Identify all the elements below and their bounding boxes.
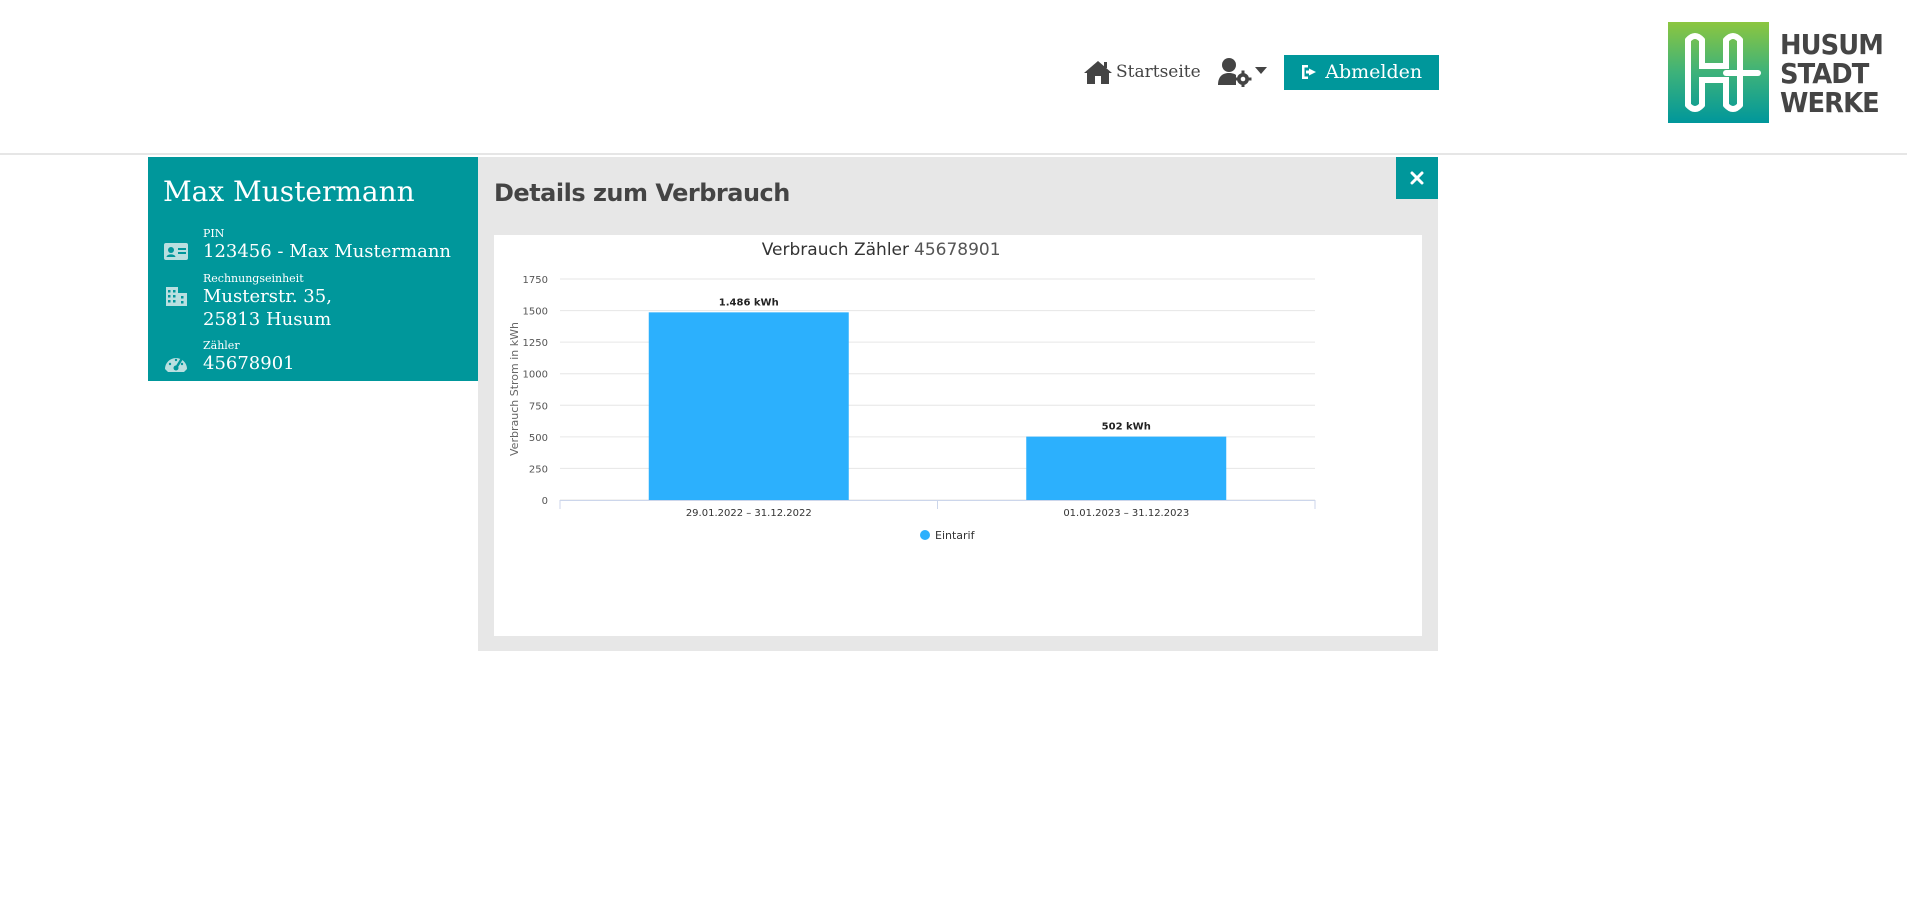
building-icon (166, 287, 187, 306)
legend-marker (920, 530, 930, 540)
billing-unit-street: Musterstr. 35, (203, 286, 332, 307)
consumption-bar-chart: Verbrauch Zähler 45678901 Verbrauch Stro… (508, 240, 1316, 542)
data-label: 1.486 kWh (719, 297, 779, 308)
user-gear-icon (1217, 58, 1252, 87)
y-tick-label: 1000 (523, 370, 548, 381)
meter-value: 45678901 (203, 353, 295, 374)
user-settings-menu[interactable] (1217, 57, 1267, 87)
logo-line-3: WERKE (1780, 86, 1880, 119)
speedometer-icon (165, 358, 187, 372)
bar[interactable] (1026, 436, 1227, 500)
meter-info: Zähler 45678901 (163, 339, 295, 375)
logo-wordmark: HUSUM STADT WERKE (1780, 30, 1892, 117)
customer-name: Max Mustermann (163, 175, 415, 208)
y-tick-label: 250 (529, 464, 548, 475)
legend-item[interactable]: Eintarif (935, 529, 976, 542)
close-button[interactable] (1396, 157, 1438, 199)
chart-subtitle: 45678901 (914, 240, 1001, 260)
details-title: Details zum Verbrauch (494, 179, 790, 207)
consumption-details-panel: Details zum Verbrauch Verbrauch Zähler 4… (478, 157, 1438, 651)
y-tick-label: 500 (529, 433, 548, 444)
y-tick-label: 1750 (523, 275, 548, 286)
y-tick-label: 1500 (523, 307, 548, 318)
close-icon (1410, 171, 1424, 185)
pin-value: 123456 - Max Mustermann (203, 241, 452, 262)
logo-mark-icon (1668, 22, 1769, 123)
home-icon (1084, 61, 1112, 84)
y-tick-label: 0 (542, 496, 548, 507)
y-axis-label: Verbrauch Strom in kWh (508, 322, 521, 456)
x-axis: 29.01.2022 – 31.12.2022 01.01.2023 – 31.1… (559, 500, 1316, 519)
top-nav: Startseite Abmelden (1083, 52, 1439, 92)
y-tick-label: 1250 (523, 338, 548, 349)
pin-label: PIN (203, 227, 225, 240)
x-tick-label: 29.01.2022 – 31.12.2022 (686, 508, 812, 519)
data-label: 502 kWh (1102, 422, 1151, 433)
logout-label: Abmelden (1325, 61, 1423, 83)
home-link[interactable]: Startseite (1083, 59, 1201, 85)
bar[interactable] (648, 312, 849, 500)
billing-unit-label: Rechnungseinheit (203, 272, 304, 285)
consumption-chart: Verbrauch Zähler 45678901 Verbrauch Stro… (494, 235, 1422, 636)
x-tick-label: 01.01.2023 – 31.12.2023 (1063, 508, 1189, 519)
chart-bars: 1.486 kWh 502 kWh (648, 297, 1227, 500)
id-card-icon (164, 243, 188, 260)
chart-title: Verbrauch Zähler (762, 240, 909, 260)
billing-unit-city: 25813 Husum (203, 309, 332, 330)
home-label: Startseite (1116, 62, 1201, 82)
y-tick-label: 750 (529, 401, 548, 412)
logo-line-2: STADT (1780, 57, 1869, 90)
sign-out-icon (1302, 65, 1317, 79)
top-header: Startseite Abmelden HUSUM STADT WERKE (0, 0, 1907, 155)
meter-label: Zähler (203, 339, 240, 352)
husum-stadtwerke-logo[interactable]: HUSUM STADT WERKE (1668, 22, 1886, 123)
customer-panel: Max Mustermann PIN 123456 - Max Musterma… (148, 157, 478, 381)
pin-info: PIN 123456 - Max Mustermann (163, 227, 451, 263)
chart-legend[interactable]: Eintarif (920, 529, 976, 542)
logo-line-1: HUSUM (1780, 28, 1884, 61)
billing-unit-info: Rechnungseinheit Musterstr. 35, 25813 Hu… (163, 272, 332, 331)
chevron-down-icon (1254, 66, 1267, 74)
logout-button[interactable]: Abmelden (1283, 54, 1439, 90)
